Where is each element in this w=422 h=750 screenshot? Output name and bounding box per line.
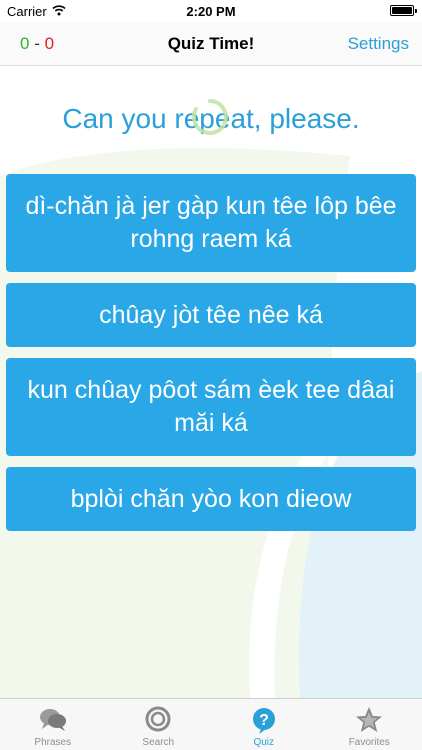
answer-option-2[interactable]: chûay jòt têe nêe ká [6,283,416,347]
quiz-content: Can you repeat, please. dì-chăn jà jer g… [0,66,422,698]
battery-icon [390,5,417,16]
answer-option-1[interactable]: dì-chăn jà jer gàp kun têe lôp bêe rohng… [6,174,416,272]
navigation-bar: 0 - 0 Quiz Time! Settings [0,22,422,66]
quiz-icon: ? [252,708,275,734]
tab-phrases[interactable]: Phrases [0,699,106,750]
battery-level [392,7,412,14]
search-icon [145,706,171,732]
answer-option-4[interactable]: bplòi chăn yòo kon dieow [6,467,416,531]
speech-bubbles-icon [39,709,66,731]
clock: 2:20 PM [186,4,236,19]
status-bar: Carrier 2:20 PM [0,0,422,22]
tab-quiz[interactable]: ? Quiz [211,699,317,750]
loading-spinner-icon [191,99,228,135]
tab-label: Quiz [253,737,275,748]
tab-favorites[interactable]: Favorites [317,699,422,750]
settings-button[interactable]: Settings [348,34,409,54]
tab-bar: Phrases Search ? Quiz Favorites [0,698,422,750]
star-icon [356,707,383,732]
tab-search[interactable]: Search [106,699,212,750]
answer-option-3[interactable]: kun chûay pôot sám èek tee dâai măi ká [6,358,416,456]
tab-label: Favorites [348,737,390,748]
tab-label: Search [142,737,175,748]
svg-text:?: ? [259,712,269,729]
tab-label: Phrases [34,737,72,748]
